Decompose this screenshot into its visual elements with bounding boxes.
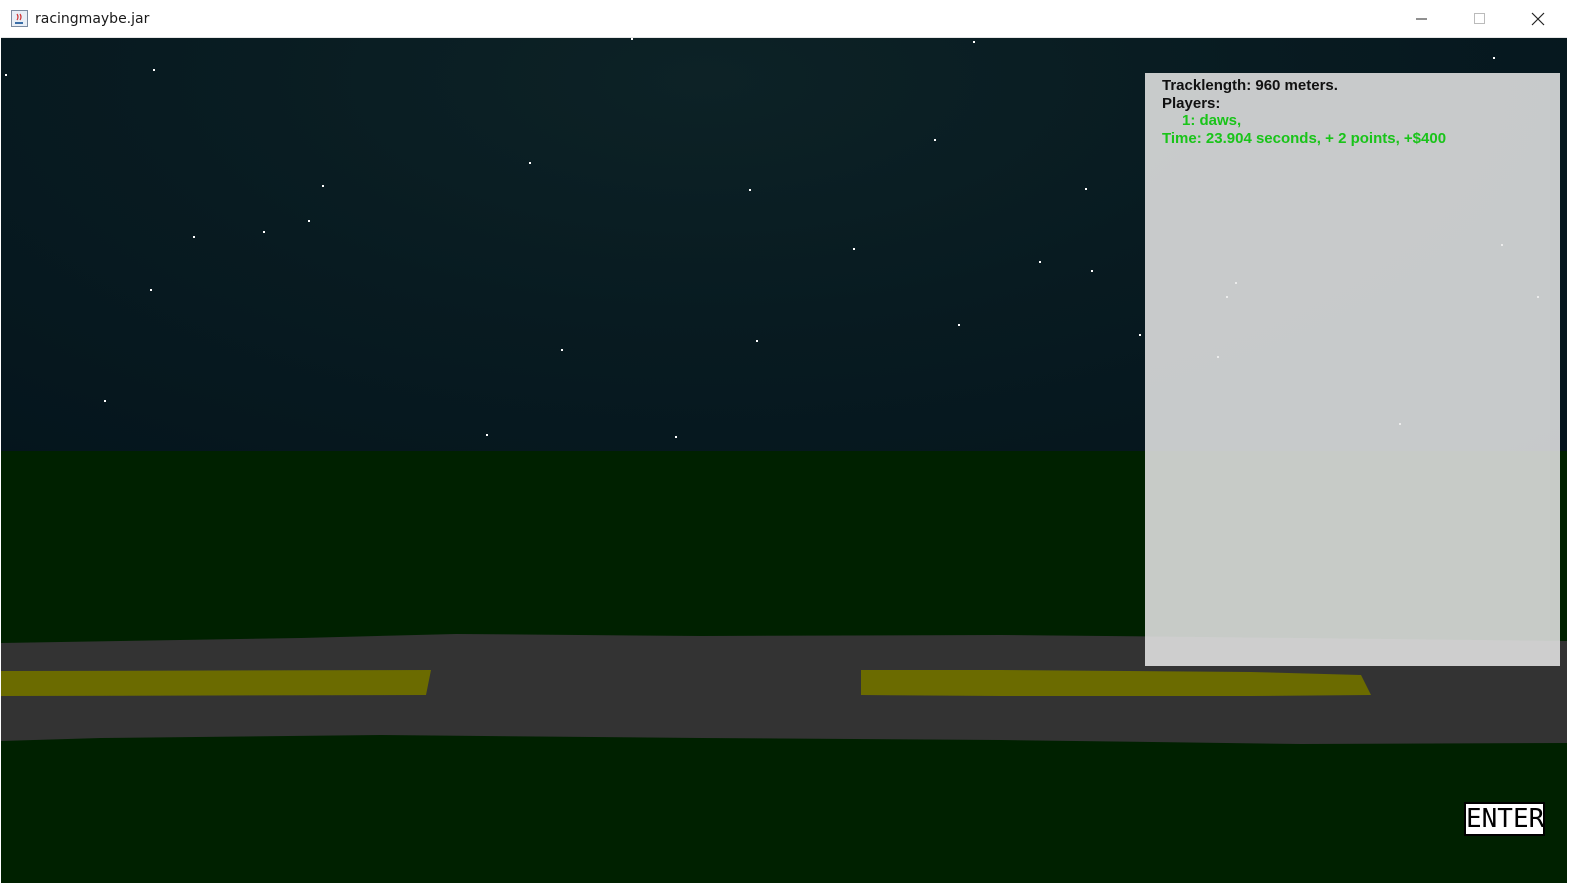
close-button[interactable] bbox=[1509, 1, 1567, 37]
maximize-button[interactable] bbox=[1451, 1, 1509, 37]
app-window: racingmaybe.jar Tracklength: 960 meters.… bbox=[0, 0, 1584, 892]
road-stripe bbox=[861, 670, 1371, 696]
track-length-text: Tracklength: 960 meters. bbox=[1162, 77, 1338, 94]
maximize-icon bbox=[1474, 13, 1485, 24]
window-title: racingmaybe.jar bbox=[35, 11, 150, 27]
minimize-button[interactable] bbox=[1393, 1, 1451, 37]
player-entry: 1: daws, bbox=[1182, 112, 1242, 129]
title-bar[interactable]: racingmaybe.jar bbox=[1, 1, 1567, 38]
java-app-icon bbox=[11, 10, 28, 27]
players-label: Players: bbox=[1162, 95, 1221, 112]
minimize-icon bbox=[1416, 18, 1427, 20]
race-result-text: Time: 23.904 seconds, + 2 points, +$400 bbox=[1162, 130, 1447, 147]
game-canvas[interactable]: Tracklength: 960 meters. Players: 1: daw… bbox=[1, 38, 1567, 883]
race-results-panel: Tracklength: 960 meters. Players: 1: daw… bbox=[1145, 73, 1560, 666]
close-icon bbox=[1531, 12, 1545, 26]
enter-button[interactable]: ENTER bbox=[1464, 802, 1545, 836]
road-stripe bbox=[1, 670, 431, 696]
